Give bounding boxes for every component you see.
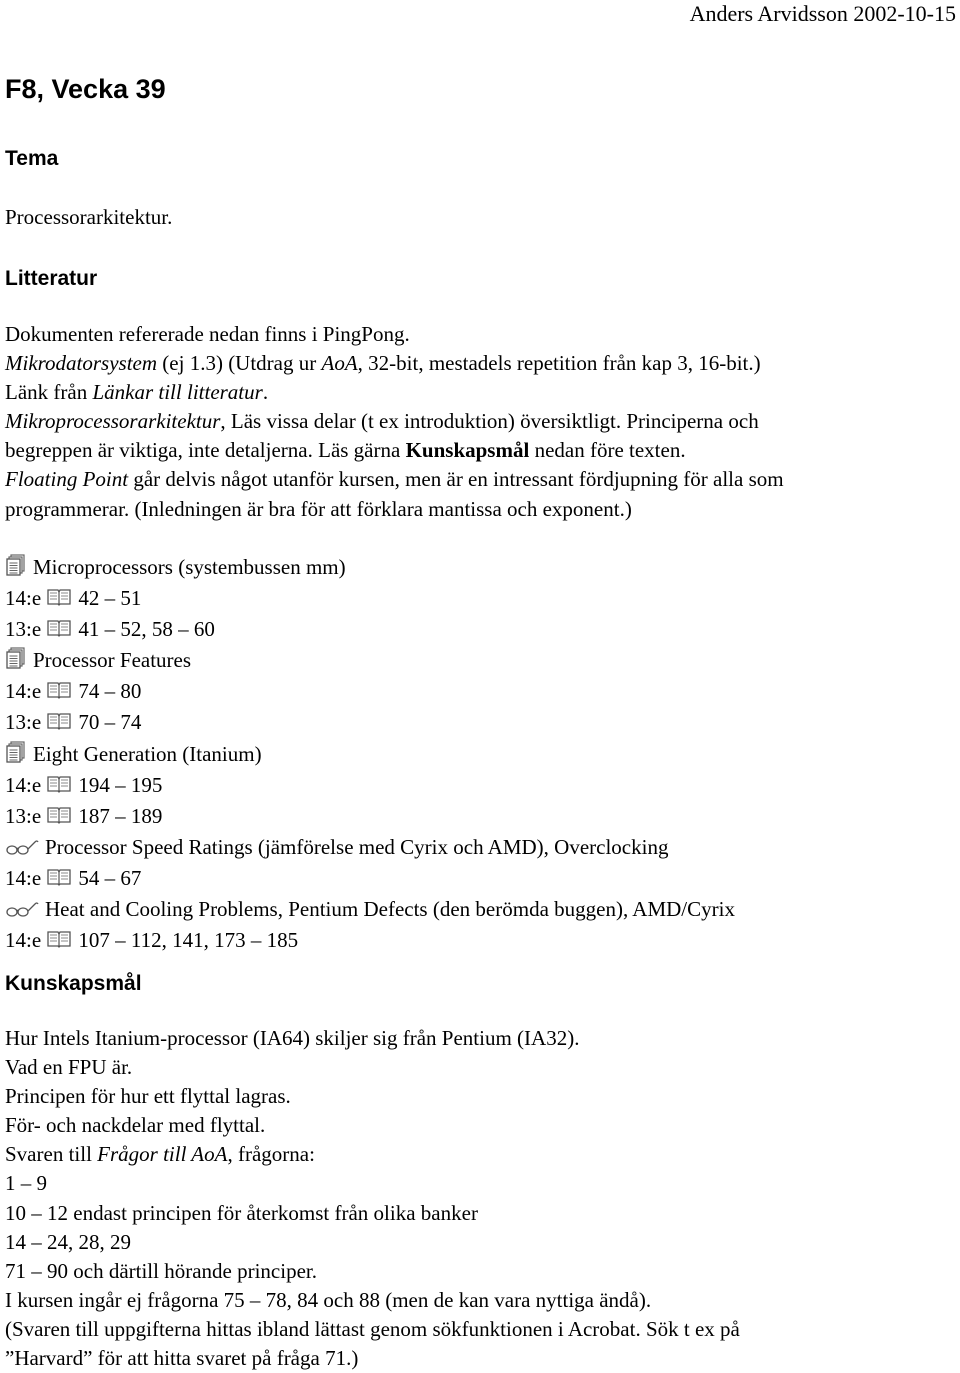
page-range: 74 – 80: [78, 679, 142, 704]
book-icon: [46, 804, 72, 833]
litteratur-item-lank: Länk från Länkar till litteratur.: [5, 378, 950, 407]
reading-ref: 14:e 54 – 67: [5, 864, 950, 895]
litteratur-intro: Dokumenten refererade nedan finns i Ping…: [5, 322, 410, 346]
tema-text: Processorarkitektur.: [5, 205, 173, 229]
reading-title[interactable]: Heat and Cooling Problems, Pentium Defec…: [45, 897, 735, 921]
text: (ej 1.3) (Utdrag ur: [157, 351, 322, 376]
edition-label: 14:e: [5, 586, 42, 611]
reading-title-item: Processor Speed Ratings (jämförelse med …: [5, 833, 950, 864]
edition-label: 14:e: [5, 928, 42, 953]
text: Länk från: [5, 380, 93, 405]
text: nedan före texten.: [529, 438, 686, 463]
aoa-ref: AoA: [321, 351, 358, 376]
litteratur-item-floating-point-cont: programmerar. (Inledningen är bra för at…: [5, 496, 632, 521]
goal-item: Vad en FPU är.: [5, 1055, 133, 1080]
text: , 32-bit, mestadels repetition från kap …: [357, 351, 761, 376]
reading-title[interactable]: Eight Generation (Itanium): [33, 742, 262, 766]
litteratur-item-mikroprocessorarkitektur-cont: begreppen är viktiga, inte detaljerna. L…: [5, 436, 950, 465]
reading-title[interactable]: Microprocessors (systembussen mm): [33, 555, 346, 579]
page-title: F8, Vecka 39: [5, 74, 166, 104]
question-range: 10 – 12 endast principen för återkomst f…: [5, 1200, 478, 1225]
doc-link-mikrodatorsystem[interactable]: Mikrodatorsystem: [5, 351, 157, 375]
note-line: (Svaren till uppgifterna hittas ibland l…: [5, 1316, 740, 1341]
doc-link-floating-point[interactable]: Floating Point: [5, 467, 128, 491]
book-icon: [46, 617, 72, 646]
reading-ref: 13:e 70 – 74: [5, 708, 950, 739]
goal-item: För- och nackdelar med flyttal.: [5, 1113, 266, 1138]
reading-title[interactable]: Processor Features: [33, 648, 191, 672]
page-range: 54 – 67: [78, 865, 142, 890]
question-range: 71 – 90 och därtill hörande principer.: [5, 1258, 317, 1283]
kunskapsmal-list: Hur Intels Itanium-processor (IA64) skil…: [5, 1024, 950, 1373]
page-range: 42 – 51: [78, 586, 142, 611]
book-icon: [46, 928, 72, 957]
book-icon: [46, 710, 72, 739]
goal-item: Hur Intels Itanium-processor (IA64) skil…: [5, 1026, 580, 1050]
book-icon: [46, 866, 72, 895]
reading-ref: 14:e 194 – 195: [5, 771, 950, 802]
text: begreppen är viktiga, inte detaljerna. L…: [5, 438, 406, 463]
documents-icon: [5, 647, 27, 677]
note-line: I kursen ingår ej frågorna 75 – 78, 84 o…: [5, 1287, 652, 1312]
reading-title-item: Heat and Cooling Problems, Pentium Defec…: [5, 895, 950, 926]
header-author-date: Anders Arvidsson 2002-10-15: [689, 1, 956, 26]
edition-label: 14:e: [5, 865, 42, 890]
edition-label: 13:e: [5, 617, 42, 642]
reading-ref: 14:e 74 – 80: [5, 677, 950, 708]
reading-ref: 13:e 187 – 189: [5, 802, 950, 833]
edition-label: 14:e: [5, 772, 42, 797]
litteratur-list: Dokumenten refererade nedan finns i Ping…: [5, 320, 950, 524]
reading-title-item: Eight Generation (Itanium): [5, 740, 950, 771]
svaren-line: Svaren till Frågor till AoA, frågorna:: [5, 1140, 950, 1169]
page-range: 194 – 195: [78, 772, 163, 797]
goal-item: Principen för hur ett flyttal lagras.: [5, 1084, 291, 1109]
tema-heading: Tema: [5, 147, 59, 170]
reading-title[interactable]: Processor Speed Ratings (jämförelse med …: [45, 835, 668, 859]
edition-label: 13:e: [5, 710, 42, 735]
documents-icon: [5, 554, 27, 584]
question-range: 14 – 24, 28, 29: [5, 1229, 131, 1254]
text: går delvis något utanför kursen, men är …: [128, 467, 784, 492]
litteratur-item-mikroprocessorarkitektur: Mikroprocessorarkitektur, Läs vissa dela…: [5, 407, 950, 436]
readings-list: Microprocessors (systembussen mm) 14:e 42…: [5, 553, 950, 957]
reading-title-item: Processor Features: [5, 646, 950, 677]
book-icon: [46, 773, 72, 802]
book-icon: [46, 586, 72, 615]
note-line: ”Harvard” för att hitta svaret på fråga …: [5, 1346, 359, 1371]
documents-icon: [5, 740, 27, 771]
litteratur-heading: Litteratur: [5, 267, 98, 290]
page-range: 70 – 74: [78, 710, 142, 735]
reading-ref: 13:e 41 – 52, 58 – 60: [5, 615, 950, 646]
kunskapsmal-ref: Kunskapsmål: [405, 438, 530, 463]
book-icon: [46, 679, 72, 708]
edition-label: 13:e: [5, 803, 42, 828]
text: Svaren till: [5, 1142, 98, 1167]
page-range: 187 – 189: [78, 803, 163, 828]
doc-link-lankar[interactable]: Länkar till litteratur: [92, 380, 262, 404]
reading-ref: 14:e 107 – 112, 141, 173 – 185: [5, 926, 950, 957]
page-range: 41 – 52, 58 – 60: [78, 617, 215, 642]
reading-title-item: Microprocessors (systembussen mm): [5, 553, 950, 584]
glasses-icon: [5, 835, 39, 864]
edition-label: 14:e: [5, 679, 42, 704]
doc-link-fragor[interactable]: Frågor till AoA: [97, 1142, 227, 1166]
litteratur-item-mikrodatorsystem: Mikrodatorsystem (ej 1.3) (Utdrag ur AoA…: [5, 349, 950, 378]
text: , Läs vissa delar (t ex introduktion) öv…: [220, 409, 759, 434]
text: .: [262, 380, 269, 405]
doc-link-mikroprocessorarkitektur[interactable]: Mikroprocessorarkitektur: [5, 409, 220, 433]
page-range: 107 – 112, 141, 173 – 185: [78, 928, 299, 953]
litteratur-item-floating-point: Floating Point går delvis något utanför …: [5, 465, 950, 494]
glasses-icon: [5, 897, 39, 926]
text: , frågorna:: [227, 1142, 315, 1167]
reading-ref: 14:e 42 – 51: [5, 584, 950, 615]
kunskapsmal-heading: Kunskapsmål: [5, 972, 142, 995]
question-range: 1 – 9: [5, 1171, 47, 1196]
